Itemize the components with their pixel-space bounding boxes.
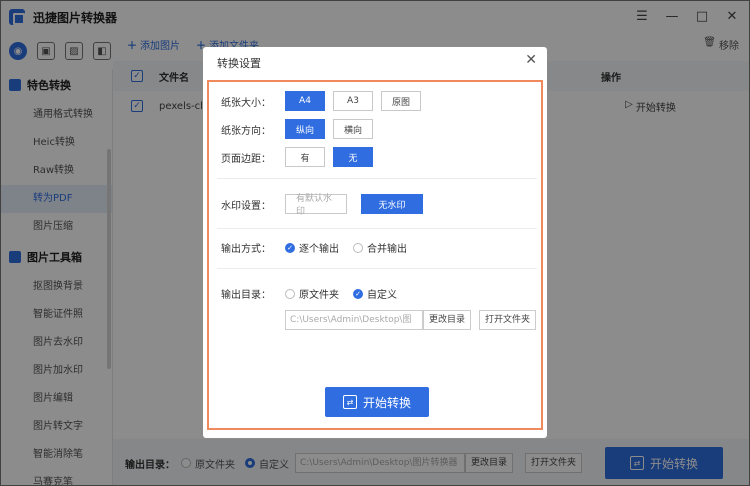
- orientation-landscape[interactable]: 横向: [333, 119, 374, 139]
- settings-frame: 纸张大小： A4 A3 原图 纸张方向： 纵向 横向 页面边距： 有 无 水印设…: [207, 80, 543, 430]
- output-dir-custom[interactable]: ✓ 自定义: [353, 286, 397, 301]
- close-icon[interactable]: ✕: [525, 52, 537, 68]
- watermark-default[interactable]: 有默认水印: [285, 194, 347, 217]
- dialog-title: 转换设置: [217, 57, 261, 70]
- output-mode-single[interactable]: ✓ 逐个输出: [285, 240, 339, 255]
- radio-icon: [353, 242, 363, 253]
- convert-icon: ⇄: [342, 395, 357, 409]
- output-mode-row: 输出方式： ✓ 逐个输出 合并输出: [221, 240, 421, 255]
- check-icon: ✓: [285, 242, 295, 253]
- output-dir-row: 输出目录： 原文件夹 ✓ 自定义: [221, 286, 411, 301]
- divider: [217, 228, 537, 229]
- dialog-output-path-field[interactable]: C:\Users\Admin\Desktop\图: [285, 310, 423, 330]
- output-dir-source-label: 原文件夹: [299, 290, 339, 301]
- orientation-label: 纸张方向：: [221, 125, 271, 137]
- output-mode-single-label: 逐个输出: [299, 244, 339, 255]
- divider: [217, 268, 537, 269]
- paper-size-row: 纸张大小： A4 A3 原图: [221, 91, 429, 111]
- output-dir-source[interactable]: 原文件夹: [285, 286, 339, 301]
- output-mode-merge[interactable]: 合并输出: [353, 240, 407, 255]
- orientation-portrait[interactable]: 纵向: [285, 119, 326, 139]
- dialog-start-button[interactable]: ⇄ 开始转换: [325, 387, 429, 417]
- watermark-label: 水印设置：: [221, 200, 271, 212]
- paper-size-a4[interactable]: A4: [285, 91, 325, 111]
- orientation-row: 纸张方向： 纵向 横向: [221, 119, 381, 139]
- check-icon: ✓: [353, 288, 363, 299]
- output-mode-merge-label: 合并输出: [367, 244, 407, 255]
- radio-icon: [285, 288, 295, 299]
- paper-size-label: 纸张大小：: [221, 97, 271, 109]
- dialog-change-dir-button[interactable]: 更改目录: [423, 310, 472, 330]
- margin-row: 页面边距： 有 无: [221, 147, 381, 167]
- margin-yes[interactable]: 有: [285, 147, 325, 167]
- margin-label: 页面边距：: [221, 153, 271, 165]
- output-dir-custom-label: 自定义: [367, 290, 397, 301]
- output-path-row: C:\Users\Admin\Desktop\图 更改目录 打开文件夹: [285, 310, 537, 330]
- margin-no[interactable]: 无: [333, 147, 373, 167]
- paper-size-original[interactable]: 原图: [381, 91, 422, 111]
- output-mode-label: 输出方式：: [221, 244, 271, 255]
- output-dir-label: 输出目录：: [221, 290, 271, 301]
- dialog-open-folder-button[interactable]: 打开文件夹: [479, 310, 537, 330]
- divider: [217, 178, 537, 179]
- dialog-start-label: 开始转换: [362, 395, 411, 410]
- watermark-row: 水印设置： 有默认水印 无水印: [221, 194, 431, 217]
- paper-size-a3[interactable]: A3: [333, 91, 373, 111]
- watermark-none[interactable]: 无水印: [361, 194, 423, 214]
- convert-settings-dialog: 转换设置 ✕ 纸张大小： A4 A3 原图 纸张方向： 纵向 横向 页面边距： …: [203, 47, 547, 438]
